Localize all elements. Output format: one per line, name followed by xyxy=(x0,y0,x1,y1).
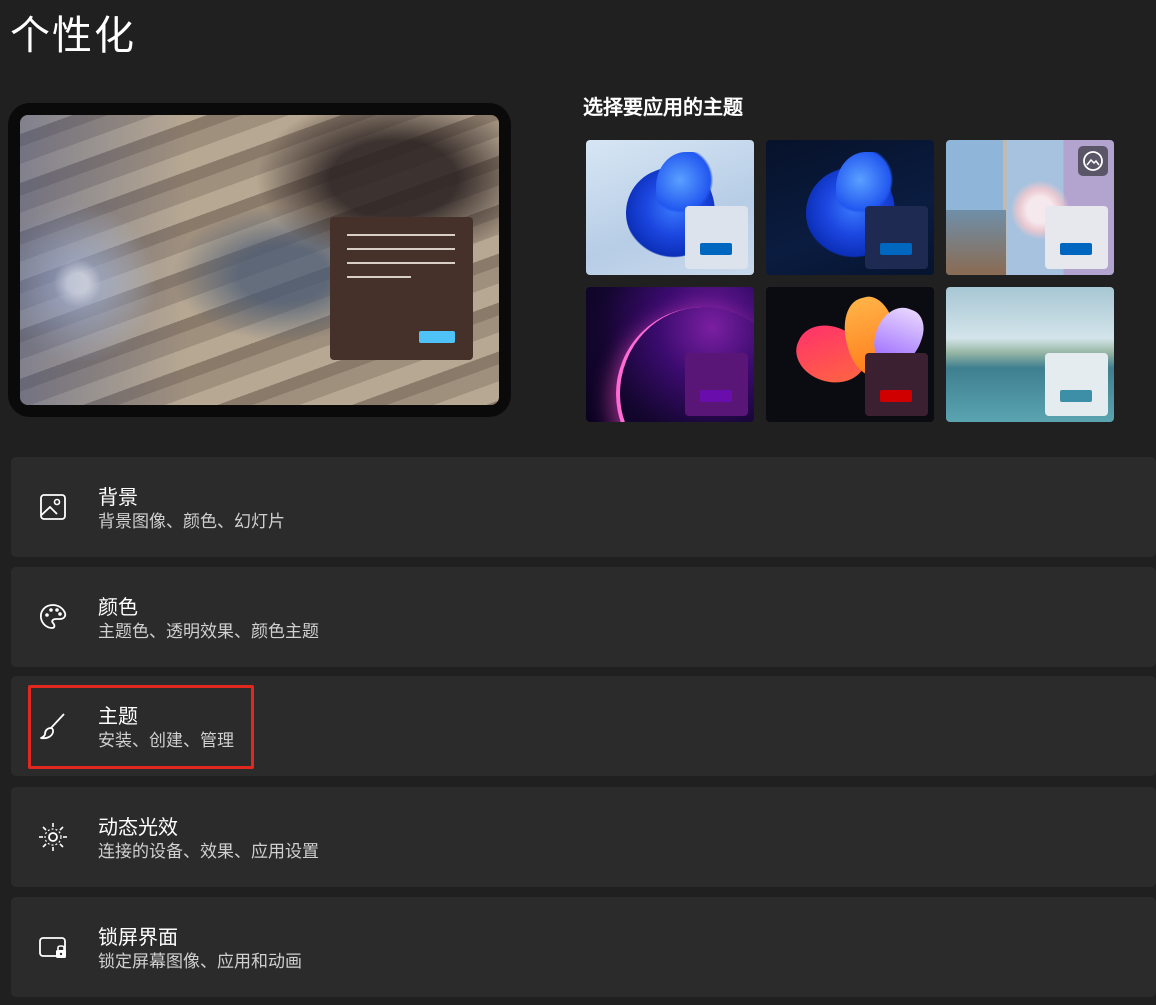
personalization-page: 个性化 选择要应用的主题 背景 背景图像、颜色、幻灯片 颜色 主题色、透明效果、… xyxy=(0,0,1156,1005)
highlight-annotation xyxy=(28,685,254,769)
row-description: 背景图像、颜色、幻灯片 xyxy=(98,512,285,532)
slideshow-icon xyxy=(1078,146,1108,176)
theme-tile-windows-spotlight[interactable] xyxy=(946,140,1114,275)
tile-window xyxy=(1045,206,1108,269)
preview-button xyxy=(419,331,455,343)
theme-tile-windows-dark[interactable] xyxy=(766,140,934,275)
setting-row-colors[interactable]: 颜色 主题色、透明效果、颜色主题 xyxy=(11,567,1156,667)
tile-window xyxy=(685,353,748,416)
row-description: 连接的设备、效果、应用设置 xyxy=(98,842,319,862)
preview-window xyxy=(330,217,473,360)
row-description: 主题色、透明效果、颜色主题 xyxy=(98,622,319,642)
lock-screen-icon xyxy=(37,931,69,963)
page-title: 个性化 xyxy=(10,13,136,59)
theme-tile-captured-motion[interactable] xyxy=(766,287,934,422)
row-title: 背景 xyxy=(98,485,138,509)
theme-tile-flow[interactable] xyxy=(946,287,1114,422)
row-title: 颜色 xyxy=(98,595,138,619)
row-description: 锁定屏幕图像、应用和动画 xyxy=(98,952,302,972)
setting-row-lock-screen[interactable]: 锁屏界面 锁定屏幕图像、应用和动画 xyxy=(11,897,1156,997)
tile-window xyxy=(1045,353,1108,416)
tile-window xyxy=(865,206,928,269)
theme-preview xyxy=(8,103,511,417)
row-title: 锁屏界面 xyxy=(98,925,178,949)
palette-icon xyxy=(37,601,69,633)
tile-window xyxy=(865,353,928,416)
image-icon xyxy=(37,491,69,523)
theme-tile-glow[interactable] xyxy=(586,287,754,422)
setting-row-dynamic-lighting[interactable]: 动态光效 连接的设备、效果、应用设置 xyxy=(11,787,1156,887)
dynamic-lighting-icon xyxy=(37,821,69,853)
themes-heading: 选择要应用的主题 xyxy=(583,95,743,119)
setting-row-background[interactable]: 背景 背景图像、颜色、幻灯片 xyxy=(11,457,1156,557)
tile-window xyxy=(685,206,748,269)
theme-tile-windows-light[interactable] xyxy=(586,140,754,275)
row-title: 动态光效 xyxy=(98,815,178,839)
